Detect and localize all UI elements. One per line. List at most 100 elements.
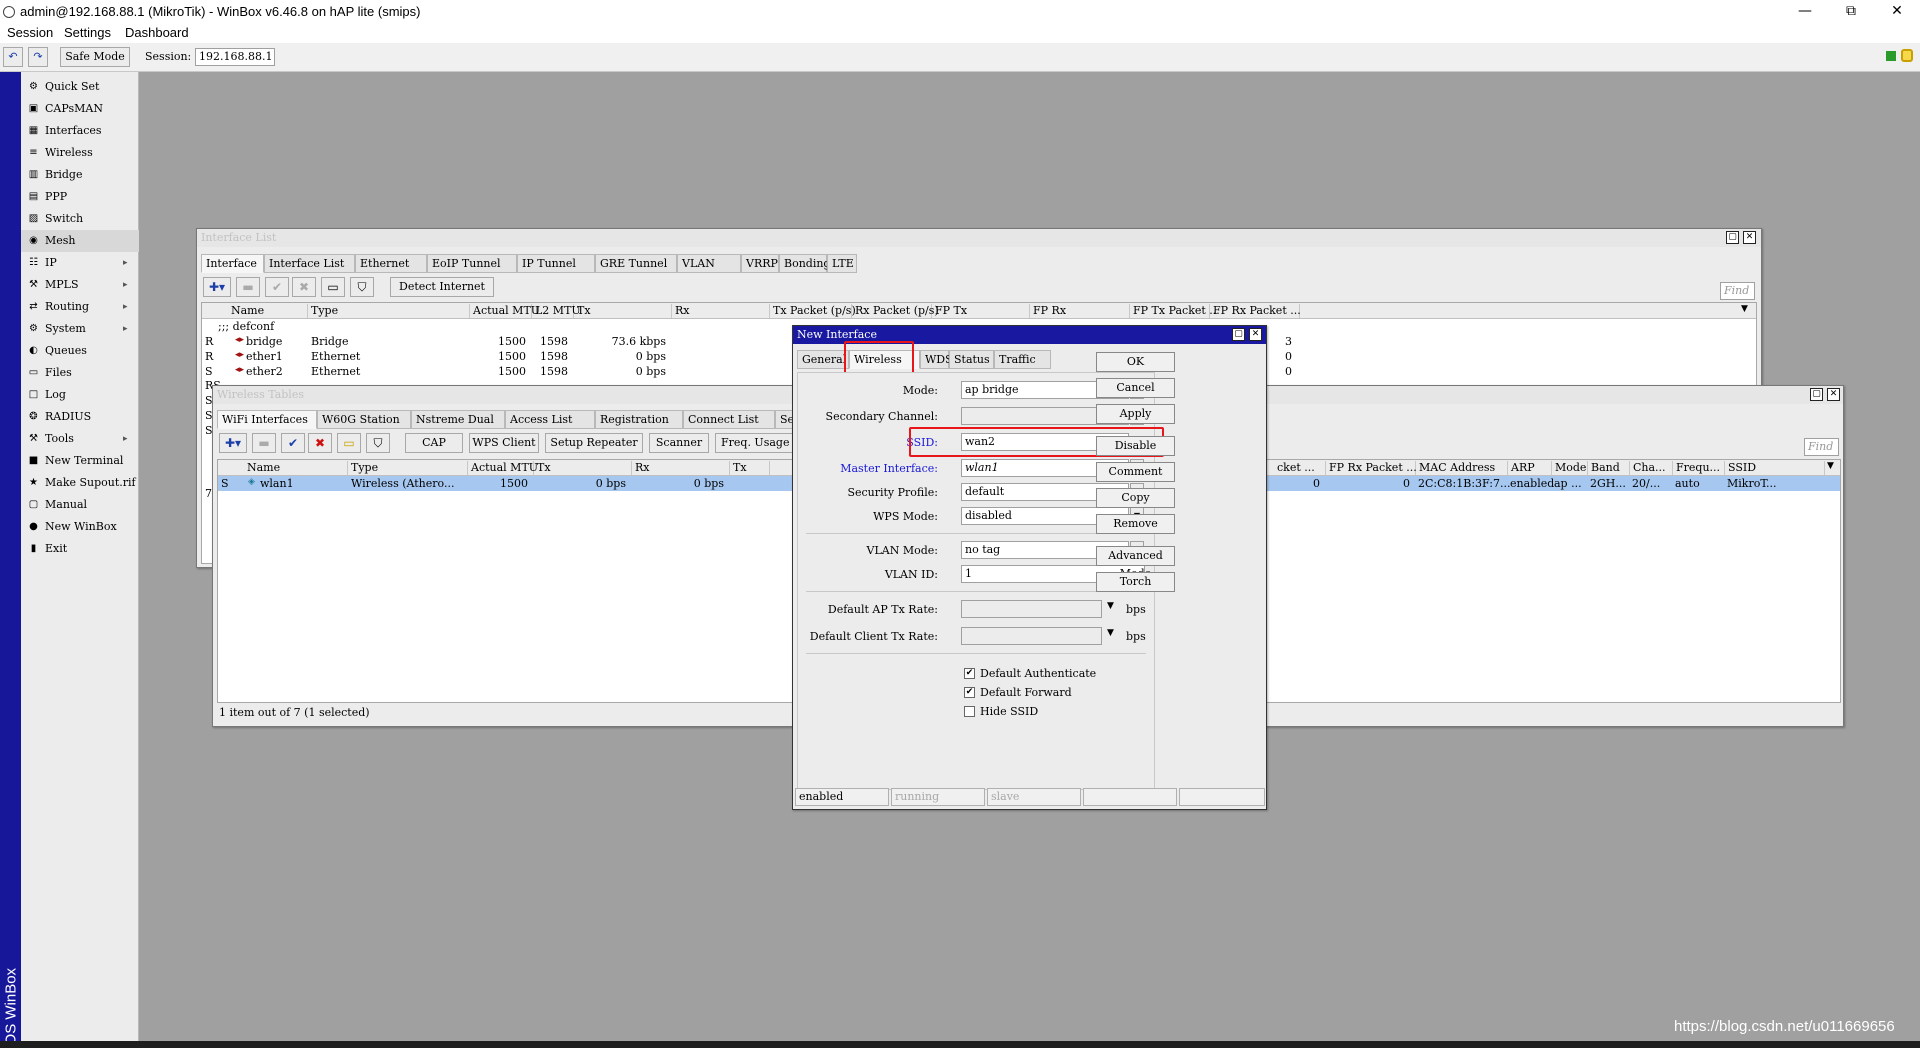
- interface-find-input[interactable]: Find: [1720, 282, 1755, 300]
- default-authenticate-checkbox[interactable]: ✔: [964, 668, 975, 679]
- column-chooser-icon[interactable]: ▼: [1824, 461, 1840, 475]
- wireless-close-button[interactable]: ✕: [1827, 388, 1840, 401]
- sidebar-item-quick-set[interactable]: ⚙ Quick Set: [21, 76, 139, 98]
- column-header-mode[interactable]: Mode: [1552, 461, 1588, 475]
- safe-mode-button[interactable]: Safe Mode: [60, 47, 130, 67]
- column-header-name[interactable]: Name: [228, 304, 308, 318]
- interface-list-close-button[interactable]: ✕: [1743, 231, 1756, 244]
- sidebar-item-tools[interactable]: ⚒ Tools ▸: [21, 428, 139, 450]
- hide-ssid-checkbox[interactable]: [964, 706, 975, 717]
- interface-tab-ethernet[interactable]: Ethernet: [355, 254, 427, 273]
- default-ap-tx-rate-field[interactable]: [961, 600, 1102, 618]
- apply-button[interactable]: Apply: [1096, 404, 1175, 424]
- sidebar-item-capsman[interactable]: ▣ CAPsMAN: [21, 98, 139, 120]
- sidebar-item-mesh[interactable]: ◉ Mesh: [21, 230, 139, 252]
- detect-internet-button[interactable]: Detect Internet: [390, 277, 494, 297]
- column-header-fp-tx[interactable]: FP Tx: [932, 304, 1030, 318]
- remove-icon[interactable]: ▬: [236, 277, 260, 297]
- column-header-tx[interactable]: Tx: [534, 461, 632, 475]
- column-header-actual-mtu[interactable]: Actual MTU: [468, 461, 538, 475]
- column-header-rx[interactable]: Rx: [632, 461, 730, 475]
- column-header-type[interactable]: Type: [308, 304, 470, 318]
- ok-button[interactable]: OK: [1096, 352, 1175, 372]
- interface-tab-lte[interactable]: LTE: [827, 254, 857, 273]
- sidebar-item-ip[interactable]: ☷ IP ▸: [21, 252, 139, 274]
- wireless-tab-nstreme-dual[interactable]: Nstreme Dual: [411, 410, 505, 429]
- dialog-close-button[interactable]: ✕: [1249, 328, 1262, 341]
- sidebar-item-manual[interactable]: ▢ Manual: [21, 494, 139, 516]
- wireless-maximize-button[interactable]: ▢: [1810, 388, 1823, 401]
- default-client-tx-rate-field[interactable]: [961, 627, 1102, 645]
- sidebar-item-make-supout-rif[interactable]: ★ Make Supout.rif: [21, 472, 139, 494]
- menu-session[interactable]: Session: [7, 25, 53, 40]
- column-header-ssid[interactable]: SSID: [1725, 461, 1825, 475]
- wireless-add-icon[interactable]: ✚▾: [219, 433, 247, 453]
- column-header-tx[interactable]: Tx: [574, 304, 672, 318]
- interface-tab-eoip-tunnel[interactable]: EoIP Tunnel: [427, 254, 517, 273]
- default-forward-checkbox[interactable]: ✔: [964, 687, 975, 698]
- client-tx-rate-dropdown-icon[interactable]: ▼: [1107, 628, 1114, 638]
- column-header-mac-address[interactable]: MAC Address: [1416, 461, 1508, 475]
- ap-tx-rate-dropdown-icon[interactable]: ▼: [1107, 601, 1114, 611]
- interface-list-maximize-button[interactable]: ▢: [1726, 231, 1739, 244]
- column-header-fp-rx-packet-[interactable]: FP Rx Packet ...: [1210, 304, 1301, 318]
- redo-button[interactable]: ↷: [28, 47, 48, 67]
- wireless-remove-icon[interactable]: ▬: [252, 433, 276, 453]
- interface-tab-traffic[interactable]: Traffic: [994, 350, 1051, 369]
- sidebar-item-new-winbox[interactable]: ● New WinBox: [21, 516, 139, 538]
- cap-button[interactable]: CAP: [405, 433, 463, 453]
- interface-tab-ip-tunnel[interactable]: IP Tunnel: [517, 254, 595, 273]
- sidebar-item-system[interactable]: ⚙ System ▸: [21, 318, 139, 340]
- column-header-rx[interactable]: Rx: [672, 304, 770, 318]
- sidebar-item-wireless[interactable]: ≡ Wireless: [21, 142, 139, 164]
- scanner-button[interactable]: Scanner: [649, 433, 709, 453]
- close-button[interactable]: ✕: [1874, 0, 1920, 24]
- wps-client-button[interactable]: WPS Client: [469, 433, 539, 453]
- sidebar-item-queues[interactable]: ◐ Queues: [21, 340, 139, 362]
- interface-tab-interface[interactable]: Interface: [201, 254, 264, 273]
- interface-tab-bonding[interactable]: Bonding: [779, 254, 830, 273]
- interface-tab-status[interactable]: Status: [949, 350, 994, 369]
- setup-repeater-button[interactable]: Setup Repeater: [545, 433, 643, 453]
- column-header-fp-tx-packet-[interactable]: FP Tx Packet ...: [1130, 304, 1220, 318]
- copy-button[interactable]: Copy: [1096, 488, 1175, 508]
- advanced-mode-button[interactable]: Advanced Mode: [1096, 546, 1175, 580]
- column-header-actual-mtu[interactable]: Actual MTU: [470, 304, 540, 318]
- menu-settings[interactable]: Settings: [64, 25, 111, 40]
- sidebar-item-radius[interactable]: ❂ RADIUS: [21, 406, 139, 428]
- minimize-button[interactable]: —: [1782, 0, 1828, 24]
- sidebar-item-interfaces[interactable]: ▦ Interfaces: [21, 120, 139, 142]
- column-header-frequ-[interactable]: Frequ...: [1673, 461, 1725, 475]
- undo-button[interactable]: ↶: [3, 47, 23, 67]
- sidebar-item-new-terminal[interactable]: ■ New Terminal: [21, 450, 139, 472]
- sidebar-item-exit[interactable]: ▮ Exit: [21, 538, 139, 560]
- sidebar-item-ppp[interactable]: ▤ PPP: [21, 186, 139, 208]
- column-header-fp-rx-packet-[interactable]: FP Rx Packet ...: [1326, 461, 1417, 475]
- column-header-cha-[interactable]: Cha...: [1630, 461, 1673, 475]
- interface-tab-vrrp[interactable]: VRRP: [741, 254, 779, 273]
- torch-button[interactable]: Torch: [1096, 572, 1175, 592]
- column-header-band[interactable]: Band: [1588, 461, 1630, 475]
- sidebar-item-switch[interactable]: ▨ Switch: [21, 208, 139, 230]
- column-header-tx[interactable]: Tx: [730, 461, 770, 475]
- cancel-button[interactable]: Cancel: [1096, 378, 1175, 398]
- disable-icon[interactable]: ✖: [292, 277, 316, 297]
- wireless-comment-icon[interactable]: ▭: [337, 433, 361, 453]
- add-icon[interactable]: ✚▾: [203, 277, 231, 297]
- interface-tab-general[interactable]: General: [797, 350, 849, 369]
- column-header-cket-[interactable]: cket ...: [1274, 461, 1326, 475]
- maximize-button[interactable]: ⧉: [1828, 0, 1874, 24]
- enable-icon[interactable]: ✔: [265, 277, 289, 297]
- sidebar-item-log[interactable]: □ Log: [21, 384, 139, 406]
- menu-dashboard[interactable]: Dashboard: [125, 25, 189, 40]
- wireless-tab-registration[interactable]: Registration: [595, 410, 683, 429]
- freq-usage-button[interactable]: Freq. Usage: [715, 433, 795, 453]
- column-header-rx-packet-p-s-[interactable]: Rx Packet (p/s): [852, 304, 939, 318]
- comment-icon[interactable]: ▭: [321, 277, 345, 297]
- dialog-maximize-button[interactable]: ▢: [1232, 328, 1245, 341]
- wireless-disable-icon[interactable]: ✖: [308, 433, 332, 453]
- column-header-name[interactable]: Name: [244, 461, 348, 475]
- column-header-arp[interactable]: ARP: [1508, 461, 1552, 475]
- interface-tab-wds[interactable]: WDS: [920, 350, 953, 369]
- wireless-tab-access-list[interactable]: Access List: [505, 410, 595, 429]
